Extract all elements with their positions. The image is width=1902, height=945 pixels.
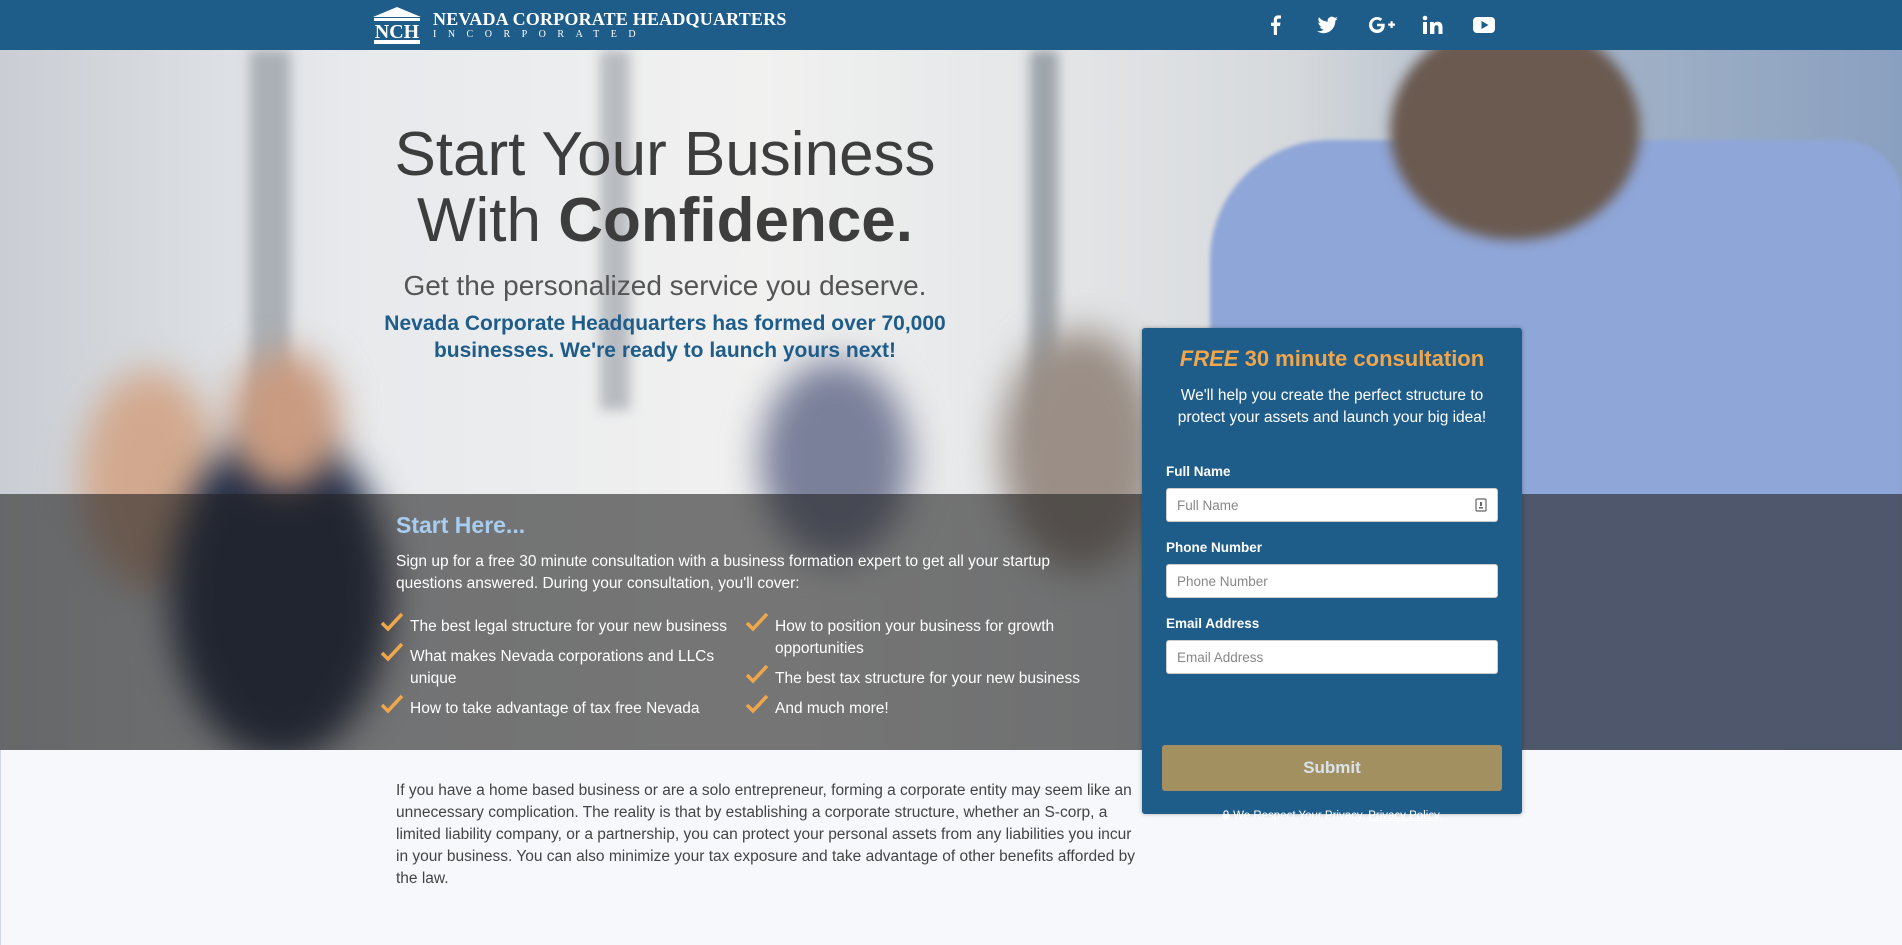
hero-section: Start Your Business With Confidence. Get… — [0, 50, 1902, 750]
form-title: FREE 30 minute consultation — [1179, 346, 1485, 371]
lock-icon — [1222, 810, 1230, 820]
list-item: How to take advantage of tax free Nevada — [380, 694, 735, 720]
form-subtitle: We'll help you create the perfect struct… — [1177, 387, 1487, 426]
full-name-field[interactable] — [1166, 488, 1498, 522]
page-edge — [0, 750, 1, 945]
autofill-contact-icon[interactable] — [1475, 498, 1487, 512]
social-links — [1263, 13, 1497, 37]
list-item: How to position your business for growth… — [745, 612, 1095, 660]
logo-title: NEVADA CORPORATE HEADQUARTERS — [433, 9, 787, 29]
hero-headline: Start Your Business With Confidence. — [380, 122, 950, 254]
checkmark-icon — [745, 612, 769, 632]
checkmark-icon — [380, 612, 404, 632]
checkmark-icon — [380, 642, 404, 662]
hero-blurb: Nevada Corporate Headquarters has formed… — [384, 312, 946, 362]
background-person — [230, 350, 340, 490]
privacy-notice: We Respect Your Privacy. Privacy Policy. — [1142, 810, 1522, 822]
privacy-policy-link[interactable]: Privacy Policy — [1368, 810, 1439, 822]
phone-number-field[interactable] — [1166, 564, 1498, 598]
hero-subheadline: Get the personalized service you deserve… — [403, 270, 927, 301]
top-navigation-bar: NCH NEVADA CORPORATE HEADQUARTERS INCORP… — [0, 0, 1902, 50]
checkmark-icon — [745, 694, 769, 714]
svg-text:NCH: NCH — [375, 21, 420, 43]
linkedin-icon[interactable] — [1419, 13, 1445, 37]
list-item: The best legal structure for your new bu… — [380, 612, 735, 638]
consultation-form-card: FREE 30 minute consultation We'll help y… — [1142, 328, 1522, 822]
start-here-intro: Sign up for a free 30 minute consultatio… — [396, 553, 1050, 592]
submit-button[interactable]: Submit — [1162, 745, 1502, 791]
google-plus-icon[interactable] — [1367, 13, 1395, 37]
phone-number-label: Phone Number — [1166, 540, 1263, 555]
youtube-icon[interactable] — [1471, 13, 1497, 37]
checkmark-icon — [380, 694, 404, 714]
checkmark-icon — [745, 664, 769, 684]
logo-building-icon: NCH — [371, 5, 423, 45]
list-item: What makes Nevada corporations and LLCs … — [380, 642, 735, 690]
twitter-icon[interactable] — [1315, 13, 1341, 37]
headline-line2: With Confidence. — [416, 186, 914, 255]
company-logo[interactable]: NCH NEVADA CORPORATE HEADQUARTERS INCORP… — [371, 5, 787, 45]
start-here-title: Start Here... — [396, 512, 526, 538]
topics-list-left: The best legal structure for your new bu… — [380, 612, 735, 728]
intro-paragraph: If you have a home based business or are… — [396, 782, 1136, 887]
list-item: The best tax structure for your new busi… — [745, 664, 1095, 690]
email-address-field[interactable] — [1166, 640, 1498, 674]
topics-list-right: How to position your business for growth… — [745, 612, 1095, 728]
logo-subtitle: INCORPORATED — [433, 29, 648, 40]
email-address-label: Email Address — [1166, 616, 1260, 631]
facebook-icon[interactable] — [1263, 13, 1289, 37]
list-item: And much more! — [745, 694, 1095, 720]
full-name-label: Full Name — [1166, 464, 1231, 479]
headline-line1: Start Your Business — [394, 120, 936, 189]
